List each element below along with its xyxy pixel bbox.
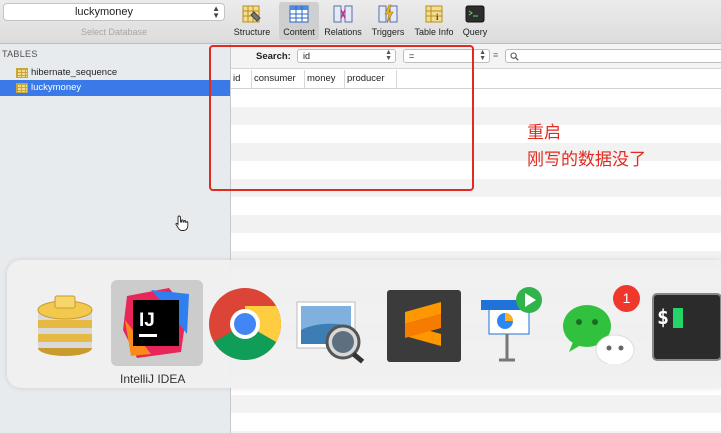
table-icon [16,68,28,78]
chevron-updown-icon: ▲ ▼ [212,4,220,20]
preview-icon [296,301,365,364]
table-name: luckymoney [31,82,82,93]
table-info-icon: i [423,3,445,25]
database-caption: Select Database [80,27,148,37]
dock-app-sequel-pro[interactable] [25,280,105,364]
chrome-icon [209,288,282,361]
dock-app-preview[interactable] [291,280,371,364]
keynote-icon [481,287,542,362]
equals-indicator-icon: ≡ [493,50,499,60]
search-icon [510,52,519,61]
relations-button[interactable]: Relations [321,2,365,40]
dock-app-keynote[interactable] [471,280,551,364]
content-button[interactable]: Content [279,2,319,40]
sidebar-item-hibernate-sequence[interactable]: hibernate_sequence [0,65,230,81]
structure-icon [241,3,263,25]
dock-hover-label: IntelliJ IDEA [120,372,186,386]
dock-app-terminal[interactable]: $ [651,280,721,364]
annotation-line-2: 刚写的数据没了 [527,150,646,170]
dock-app-sublime-text[interactable] [381,280,461,364]
svg-text:IJ: IJ [139,310,155,331]
tables-header: TABLES [2,49,38,59]
database-select-value: luckymoney [74,6,134,18]
query-button[interactable]: Query [459,2,491,40]
red-highlight-box [209,45,474,191]
sublime-text-icon [387,290,461,362]
intellij-idea-icon: IJ [123,288,189,358]
wechat-notification-badge: 1 [613,285,640,312]
annotation-line-1: 重启 [527,123,561,143]
triggers-label: Triggers [371,27,405,37]
triggers-icon [377,3,399,25]
filter-value-input[interactable] [505,49,721,63]
chevron-updown-icon: ▲ ▼ [479,49,486,62]
svg-text:$: $ [657,305,669,329]
relations-icon [332,3,354,25]
table-info-button[interactable]: i Table Info [411,2,457,40]
content-label: Content [283,27,315,37]
relations-label: Relations [324,27,362,37]
dock-app-chrome[interactable] [203,280,283,364]
query-icon [464,3,486,25]
structure-button[interactable]: Structure [231,2,273,40]
terminal-icon: $ [652,293,721,361]
table-info-label: Table Info [414,27,454,37]
structure-label: Structure [233,27,271,37]
table-name: hibernate_sequence [31,67,118,78]
content-icon [288,3,310,25]
dock-app-intellij-idea[interactable]: IJ [111,280,203,366]
database-select[interactable]: luckymoney ▲ ▼ [3,3,225,21]
toolbar: luckymoney ▲ ▼ Select Database Structure … [0,0,721,44]
query-label: Query [462,27,488,37]
triggers-button[interactable]: Triggers [367,2,409,40]
sidebar-item-luckymoney[interactable]: luckymoney [0,80,230,96]
sequel-pro-icon [37,295,93,356]
table-icon [16,83,28,93]
dock: IJ $ IntelliJ IDEA [7,260,721,388]
hand-cursor-icon [174,214,190,235]
